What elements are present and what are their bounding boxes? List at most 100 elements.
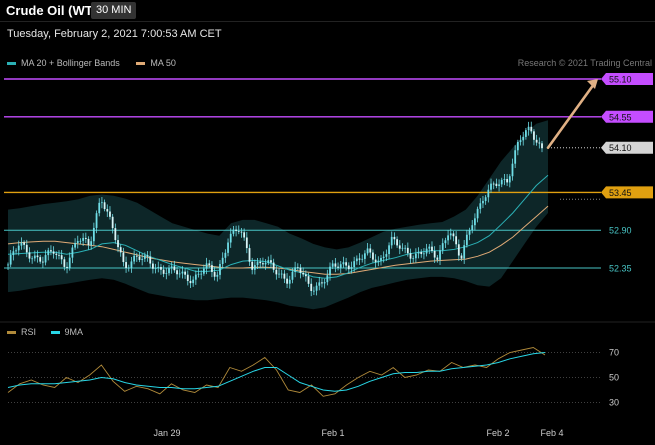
candle-body [369, 248, 372, 253]
candle-body [39, 257, 42, 262]
candle-body [52, 251, 55, 254]
candle-body [143, 255, 146, 259]
candle-body [406, 247, 409, 254]
candle-body [404, 247, 407, 249]
candle-body [291, 271, 294, 280]
candle-body [55, 253, 58, 255]
candle-body [168, 268, 170, 274]
candle-body [385, 254, 388, 257]
candle-body [409, 253, 412, 259]
candle-body [329, 266, 331, 276]
candle-body [90, 241, 93, 246]
candle-body [264, 262, 267, 265]
candle-body [20, 242, 23, 246]
candle-body [412, 258, 415, 260]
candle-body [474, 218, 476, 226]
candle-body [495, 183, 498, 186]
candle-body [366, 248, 369, 254]
candle-body [508, 176, 511, 183]
candle-body [460, 255, 463, 259]
candle-body [334, 263, 337, 267]
candle-body [355, 258, 358, 262]
candle-body [84, 237, 87, 239]
x-axis-label-jan-29: Jan 29 [153, 428, 180, 438]
candle-body [176, 270, 178, 275]
candle-body [479, 203, 482, 209]
candle-body [541, 143, 543, 149]
rsi-tick-70: 70 [609, 348, 619, 358]
candle-body [342, 262, 345, 265]
candle-body [498, 184, 500, 186]
candle-body [68, 257, 71, 268]
candle-body [398, 245, 401, 249]
candle-body [221, 257, 224, 264]
candle-body [253, 265, 256, 270]
candle-body [503, 179, 506, 180]
candle-body [310, 283, 313, 291]
candle-body [321, 282, 323, 284]
candle-body [492, 183, 495, 185]
candle-body [202, 268, 205, 274]
candle-body [47, 250, 50, 256]
candle-body [535, 139, 538, 143]
candle-body [374, 259, 377, 263]
candle-body [186, 274, 189, 281]
candle-body [420, 251, 423, 254]
candle-body [326, 275, 329, 283]
candle-body [101, 202, 103, 204]
candle-body [361, 258, 364, 260]
rsi-line [7, 347, 546, 397]
candle-body [530, 126, 533, 132]
candle-body [149, 256, 152, 264]
candle-body [165, 273, 168, 274]
candle-body [439, 250, 441, 260]
candle-body [538, 142, 541, 144]
rsi-tick-30: 30 [609, 398, 619, 408]
candle-body [41, 261, 44, 263]
candle-body [9, 255, 12, 265]
candle-body [23, 242, 26, 245]
price-chart[interactable]: 55.10 54.55 54.10 53.45 52.90 52.35 70 50 30 Jan … [0, 0, 655, 445]
candle-body [299, 267, 302, 273]
candle-body [436, 257, 439, 260]
candle-body [200, 273, 203, 275]
candle-body [130, 261, 133, 268]
candle-body [33, 255, 36, 259]
candle-body [135, 255, 138, 257]
candle-body [468, 230, 471, 235]
candle-body [313, 290, 315, 292]
candle-body [533, 131, 535, 140]
candle-body [162, 269, 165, 274]
x-axis-label-feb-4: Feb 4 [540, 428, 563, 438]
candle-body [192, 279, 195, 284]
candle-body [471, 225, 474, 231]
candle-body [393, 236, 396, 240]
candle-body [181, 271, 184, 274]
candle-body [527, 126, 530, 131]
candle-body [119, 247, 122, 253]
candle-body [262, 263, 264, 265]
candle-body [66, 266, 68, 268]
candle-body [401, 247, 404, 249]
candle-body [345, 262, 348, 266]
candle-body [455, 236, 458, 245]
candle-body [514, 150, 517, 164]
candle-body [243, 232, 246, 238]
candle-body [82, 237, 85, 241]
candle-body [248, 248, 251, 262]
rsi-ma-line [7, 352, 546, 392]
candle-body [465, 234, 468, 246]
candle-body [211, 265, 213, 272]
candle-body [380, 257, 382, 261]
candle-body [296, 267, 299, 269]
candle-body [208, 263, 211, 266]
candle-body [304, 274, 307, 277]
candle-body [146, 255, 149, 257]
candle-body [441, 243, 444, 251]
candle-body [205, 263, 208, 269]
candle-body [154, 268, 157, 270]
candle-body [98, 202, 101, 214]
candle-body [388, 245, 390, 255]
candle-body [178, 273, 181, 275]
candle-body [71, 247, 74, 258]
